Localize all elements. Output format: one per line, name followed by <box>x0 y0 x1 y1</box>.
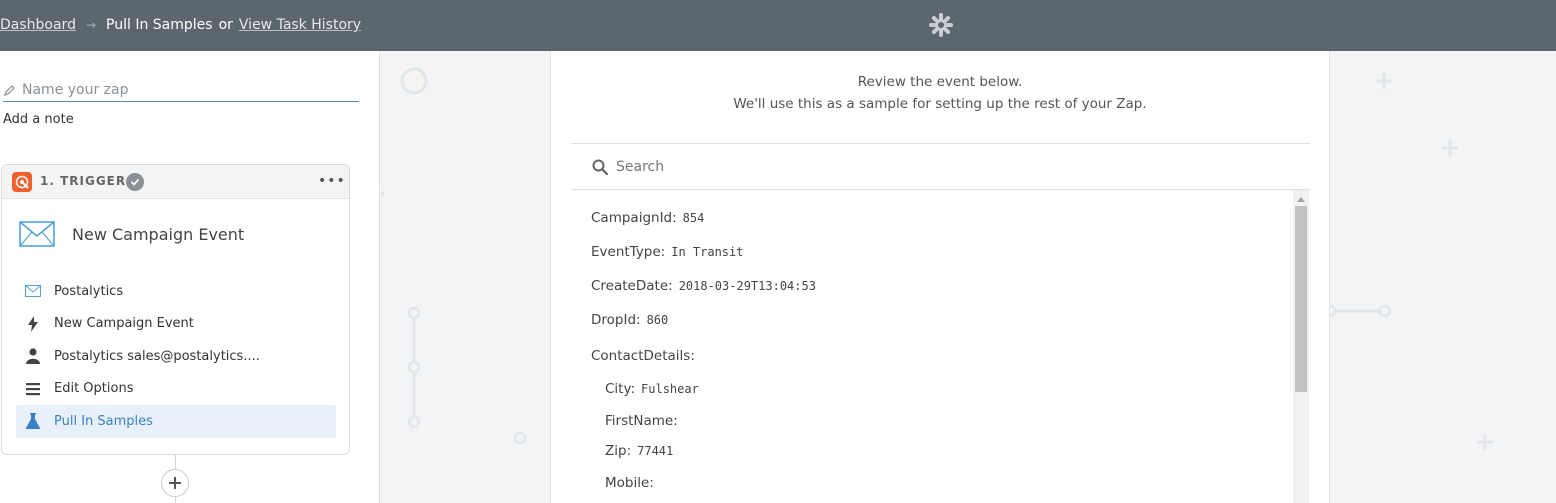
step-label: Pull In Samples <box>54 413 153 429</box>
postalytics-app-icon <box>12 172 32 192</box>
field-value: Fulshear <box>641 382 699 396</box>
field-row: CreateDate: 2018-03-29T13:04:53 <box>591 278 816 294</box>
view-task-history-link[interactable]: View Task History <box>239 17 361 33</box>
svg-text:‹: ‹ <box>380 186 386 202</box>
background-decoration-right <box>1330 73 1493 450</box>
envelope-icon <box>24 283 42 299</box>
user-icon <box>24 348 42 365</box>
bolt-icon <box>24 315 42 332</box>
field-value: 77441 <box>637 444 674 458</box>
step-select-account[interactable]: Postalytics sales@postalytics.... <box>16 340 336 373</box>
more-options-icon[interactable]: ••• <box>318 173 346 189</box>
plus-icon <box>169 477 181 489</box>
field-key: CampaignId: <box>591 210 677 226</box>
zap-name-input[interactable] <box>22 82 342 98</box>
trigger-card: 1. TRIGGER ••• New Campaign Event Postal… <box>1 164 350 455</box>
field-row: Zip: 77441 <box>605 443 673 459</box>
add-note-link[interactable]: Add a note <box>3 112 74 127</box>
field-row: CampaignId: 854 <box>591 210 704 226</box>
search-bar[interactable] <box>571 143 1310 190</box>
breadcrumb-current: Pull In Samples <box>106 17 213 33</box>
zap-name-field[interactable] <box>3 79 359 102</box>
intro-line-1: Review the event below. <box>857 74 1023 90</box>
pencil-icon <box>4 85 15 96</box>
step-choose-app[interactable]: Postalytics <box>16 275 336 308</box>
scrollbar-thumb[interactable] <box>1295 206 1307 392</box>
fields-scrollbar[interactable] <box>1293 190 1309 503</box>
trigger-steps-list: Postalytics New Campaign Event Postalyti… <box>16 275 336 438</box>
field-key: ContactDetails: <box>591 348 695 364</box>
field-key: Zip: <box>605 443 632 459</box>
field-value: 860 <box>646 313 669 327</box>
trigger-event-title: New Campaign Event <box>19 221 244 247</box>
field-row: ContactDetails: <box>591 348 701 364</box>
sample-fields-list: CampaignId: 854 EventType: In Transit Crea… <box>571 190 1310 503</box>
field-key: EventType: <box>591 244 666 260</box>
step-pull-in-samples[interactable]: Pull In Samples <box>16 405 336 438</box>
step-edit-options[interactable]: Edit Options <box>16 373 336 406</box>
field-row: FirstName: <box>605 413 684 429</box>
zap-editor-sidebar: Add a note 1. TRIGGER ••• New Cam <box>0 51 380 503</box>
search-icon <box>592 159 608 175</box>
step-label: Edit Options <box>54 381 134 397</box>
dashboard-link[interactable]: Dashboard <box>0 17 76 33</box>
trigger-label: 1. TRIGGER <box>40 174 127 188</box>
step-label: Postalytics sales@postalytics.... <box>54 348 260 364</box>
field-value: In Transit <box>671 245 744 259</box>
field-value: 2018-03-29T13:04:53 <box>678 279 816 293</box>
list-icon <box>24 381 42 397</box>
scroll-up-arrow-icon[interactable] <box>1293 194 1309 204</box>
breadcrumb-arrow: → <box>85 18 97 32</box>
field-key: FirstName: <box>605 413 678 429</box>
add-step-button[interactable] <box>161 469 189 497</box>
flask-icon <box>24 413 42 430</box>
top-bar: Dashboard → Pull In Samples or View Task His… <box>0 0 1556 51</box>
field-key: CreateDate: <box>591 278 673 294</box>
envelope-icon <box>19 221 55 247</box>
event-title-text: New Campaign Event <box>72 224 245 244</box>
field-value: 854 <box>682 211 705 225</box>
breadcrumb: Dashboard → Pull In Samples or View Task His… <box>0 16 361 34</box>
step-label: New Campaign Event <box>54 316 194 332</box>
zapier-asterisk-icon[interactable] <box>929 13 953 37</box>
field-row: EventType: In Transit <box>591 244 743 260</box>
check-circle-icon <box>126 173 144 191</box>
field-row: Mobile: <box>605 475 660 491</box>
step-label: Postalytics <box>54 283 124 299</box>
breadcrumb-or: or <box>218 17 233 33</box>
step-choose-trigger[interactable]: New Campaign Event <box>16 308 336 341</box>
intro-text: Review the event below. We'll use this a… <box>551 71 1329 115</box>
background-decoration: ‹ <box>380 67 527 445</box>
field-key: Mobile: <box>605 475 654 491</box>
field-row: DropId: 860 <box>591 312 668 328</box>
field-key: City: <box>605 381 636 397</box>
search-input[interactable] <box>616 158 1216 175</box>
field-key: DropId: <box>591 312 641 328</box>
intro-line-2: We'll use this as a sample for setting u… <box>733 96 1147 112</box>
field-row: City: Fulshear <box>605 381 699 397</box>
sample-review-panel: Review the event below. We'll use this a… <box>550 51 1330 503</box>
trigger-card-header[interactable]: 1. TRIGGER ••• <box>2 165 349 199</box>
